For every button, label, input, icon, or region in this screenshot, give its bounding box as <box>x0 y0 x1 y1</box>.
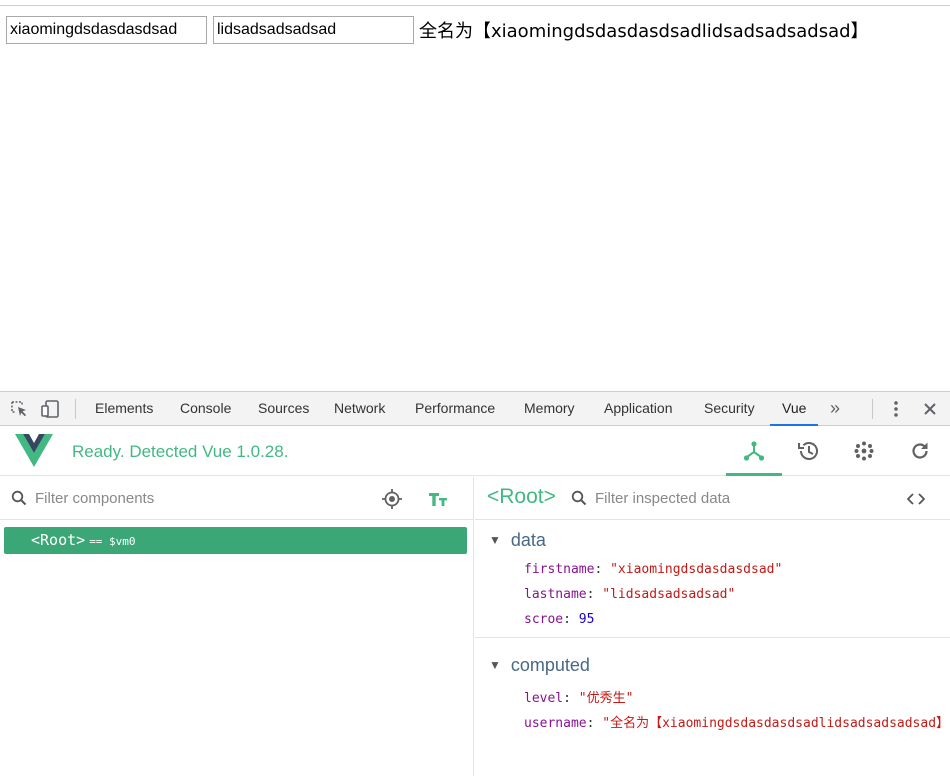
refresh-icon[interactable] <box>892 426 948 476</box>
vuex-icon[interactable] <box>836 426 892 476</box>
history-icon[interactable] <box>780 426 836 476</box>
prop-key: firstname <box>524 562 595 577</box>
format-text-icon[interactable] <box>426 487 450 511</box>
computed-section: ▼ computed level: "优秀生" username: "全名为【xi… <box>475 655 950 755</box>
computed-section-label: computed <box>510 655 590 675</box>
section-divider <box>475 637 950 638</box>
tab-sources[interactable]: Sources <box>258 392 309 426</box>
search-icon <box>11 490 27 511</box>
inspector-header: <Root> <box>475 477 950 520</box>
more-tabs-icon[interactable]: » <box>830 392 840 426</box>
tab-application[interactable]: Application <box>604 392 673 426</box>
tab-vue[interactable]: Vue <box>769 392 819 426</box>
prop-row: level: "优秀生" <box>524 691 634 706</box>
tab-performance[interactable]: Performance <box>415 392 495 426</box>
components-filter-input[interactable] <box>35 487 335 509</box>
components-tree-icon[interactable] <box>726 426 782 476</box>
page-viewport: 全名为【xiaomingdsdasdasdsadlidsadsadsadsad】 <box>0 0 950 391</box>
components-pane: <Root>== $vm0 <box>0 477 474 776</box>
computed-section-toggle[interactable]: ▼ computed <box>489 655 590 676</box>
prop-row: lastname: "lidsadsadsadsad" <box>524 587 736 602</box>
kebab-menu-icon[interactable] <box>885 398 907 420</box>
caret-down-icon: ▼ <box>489 658 501 672</box>
firstname-input[interactable] <box>6 16 207 44</box>
fullname-text: 全名为【xiaomingdsdasdasdsadlidsadsadsadsad】 <box>419 21 869 42</box>
tab-separator <box>75 399 76 419</box>
prop-value[interactable]: "lidsadsadsadsad" <box>602 587 735 602</box>
prop-value: "全名为【xiaomingdsdasdasdsadlidsadsadsadsad… <box>602 716 950 731</box>
tab-network[interactable]: Network <box>334 392 385 426</box>
inspector-filter-input[interactable] <box>595 487 895 509</box>
inspector-pane: <Root> ▼ data firstname: "xiaomingdsdasda… <box>475 477 950 776</box>
inspect-element-icon[interactable] <box>8 398 30 420</box>
data-section-toggle[interactable]: ▼ data <box>489 530 546 551</box>
top-divider <box>0 5 950 6</box>
prop-row: username: "全名为【xiaomingdsdasdasdsadlidsa… <box>524 712 950 731</box>
component-tree-item-root[interactable]: <Root> == $vm0 <box>4 527 467 554</box>
prop-key: lastname <box>524 587 587 602</box>
prop-row: scroe: 95 <box>524 612 595 627</box>
prop-value[interactable]: "xiaomingdsdasdasdsad" <box>610 562 782 577</box>
lastname-input[interactable] <box>213 16 414 44</box>
prop-key: scroe <box>524 612 564 627</box>
prop-value[interactable]: 95 <box>579 612 595 627</box>
vue-status-text: Ready. Detected Vue 1.0.28. <box>72 442 289 461</box>
component-name: <Root> <box>31 531 86 549</box>
search-icon <box>571 490 587 511</box>
target-select-icon[interactable] <box>380 487 404 511</box>
data-section: ▼ data firstname: "xiaomingdsdasdasdsad" … <box>475 530 950 645</box>
data-section-label: data <box>510 530 546 550</box>
devtools-tab-bar: Elements Console Sources Network Perform… <box>0 392 950 426</box>
vue-header: Ready. Detected Vue 1.0.28. <box>0 426 950 476</box>
components-filter-bar <box>0 477 473 520</box>
inspected-component-title: <Root> <box>487 485 556 508</box>
tab-elements[interactable]: Elements <box>95 392 153 426</box>
prop-row: firstname: "xiaomingdsdasdasdsad" <box>524 562 783 577</box>
prop-key: level <box>524 691 564 706</box>
tab-security[interactable]: Security <box>704 392 755 426</box>
device-toolbar-icon[interactable] <box>39 398 61 420</box>
tab-separator <box>872 399 873 419</box>
prop-key: username <box>524 716 587 731</box>
close-icon[interactable] <box>919 398 941 420</box>
prop-value: "优秀生" <box>578 691 634 706</box>
vm-ref-label: == $vm0 <box>89 535 136 548</box>
devtools-panel: Elements Console Sources Network Perform… <box>0 391 950 776</box>
caret-down-icon: ▼ <box>489 533 501 547</box>
tab-console[interactable]: Console <box>180 392 231 426</box>
vue-logo-icon <box>15 434 53 473</box>
tab-memory[interactable]: Memory <box>524 392 575 426</box>
code-icon[interactable] <box>905 490 927 508</box>
